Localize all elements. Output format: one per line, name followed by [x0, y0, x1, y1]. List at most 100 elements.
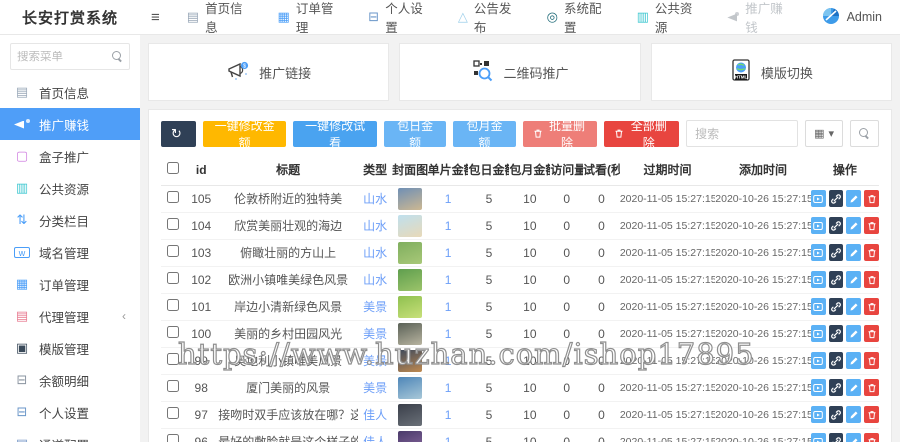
- row-type-link[interactable]: 山水: [363, 192, 387, 206]
- sidebar-search[interactable]: [10, 43, 130, 70]
- table-search-button[interactable]: [850, 120, 879, 147]
- link-button[interactable]: [829, 298, 844, 315]
- play-video-button[interactable]: [811, 190, 826, 207]
- row-checkbox[interactable]: [167, 326, 179, 338]
- top-nav-item[interactable]: ⊟ 个人设置: [352, 0, 442, 34]
- play-video-button[interactable]: [811, 352, 826, 369]
- row-checkbox[interactable]: [167, 407, 179, 419]
- row-type-link[interactable]: 佳人: [363, 408, 387, 422]
- cover-thumbnail[interactable]: [398, 350, 422, 372]
- row-single-amount[interactable]: 1: [445, 219, 452, 233]
- cover-thumbnail[interactable]: [398, 188, 422, 210]
- edit-button[interactable]: [846, 298, 861, 315]
- row-checkbox[interactable]: [167, 191, 179, 203]
- top-nav-item[interactable]: 推广赚钱: [711, 0, 803, 34]
- link-button[interactable]: [829, 352, 844, 369]
- row-single-amount[interactable]: 1: [445, 327, 452, 341]
- edit-button[interactable]: [846, 325, 861, 342]
- table-search-input[interactable]: [686, 120, 798, 147]
- delete-button[interactable]: [864, 217, 879, 234]
- sidebar-item[interactable]: ▢ 盒子推广: [0, 140, 140, 172]
- promo-link-card[interactable]: $ 推广链接: [148, 43, 389, 101]
- toolbar-button[interactable]: 全部删除: [604, 121, 679, 147]
- row-checkbox[interactable]: [167, 353, 179, 365]
- sidebar-item[interactable]: ▦ 订单管理: [0, 268, 140, 300]
- play-video-button[interactable]: [811, 271, 826, 288]
- cover-thumbnail[interactable]: [398, 404, 422, 426]
- row-type-link[interactable]: 山水: [363, 246, 387, 260]
- sidebar-item[interactable]: ▤ 代理管理 ‹: [0, 300, 140, 332]
- row-single-amount[interactable]: 1: [445, 246, 452, 260]
- row-single-amount[interactable]: 1: [445, 300, 452, 314]
- edit-button[interactable]: [846, 244, 861, 261]
- cover-thumbnail[interactable]: [398, 296, 422, 318]
- hamburger-menu-icon[interactable]: ≡: [140, 9, 171, 26]
- cover-thumbnail[interactable]: [398, 323, 422, 345]
- row-single-amount[interactable]: 1: [445, 408, 452, 422]
- row-checkbox[interactable]: [167, 272, 179, 284]
- cover-thumbnail[interactable]: [398, 377, 422, 399]
- toolbar-button[interactable]: 包日金额: [384, 121, 446, 147]
- qrcode-promo-card[interactable]: 二维码推广: [399, 43, 640, 101]
- link-button[interactable]: [829, 406, 844, 423]
- cover-thumbnail[interactable]: [398, 242, 422, 264]
- toolbar-button[interactable]: 一键修改金额: [203, 121, 287, 147]
- sidebar-item[interactable]: ⇅ 分类栏目: [0, 204, 140, 236]
- top-nav-item[interactable]: ▦ 订单管理: [262, 0, 353, 34]
- row-single-amount[interactable]: 1: [445, 435, 452, 442]
- row-checkbox[interactable]: [167, 434, 179, 442]
- row-checkbox[interactable]: [167, 380, 179, 392]
- row-checkbox[interactable]: [167, 218, 179, 230]
- row-single-amount[interactable]: 1: [445, 354, 452, 368]
- row-single-amount[interactable]: 1: [445, 381, 452, 395]
- row-checkbox[interactable]: [167, 299, 179, 311]
- edit-button[interactable]: [846, 352, 861, 369]
- link-button[interactable]: [829, 190, 844, 207]
- toolbar-button[interactable]: ↻: [161, 121, 196, 147]
- delete-button[interactable]: [864, 244, 879, 261]
- link-button[interactable]: [829, 433, 844, 442]
- toolbar-button[interactable]: 批量删除: [523, 121, 598, 147]
- edit-button[interactable]: [846, 271, 861, 288]
- link-button[interactable]: [829, 244, 844, 261]
- edit-button[interactable]: [846, 406, 861, 423]
- top-nav-item[interactable]: ▤ 首页信息: [171, 0, 262, 34]
- top-nav-item[interactable]: △ 公告发布: [442, 0, 531, 34]
- play-video-button[interactable]: [811, 298, 826, 315]
- toolbar-button[interactable]: 一键修改试看: [293, 121, 377, 147]
- row-checkbox[interactable]: [167, 245, 179, 257]
- edit-button[interactable]: [846, 217, 861, 234]
- toolbar-button[interactable]: 包月金额: [453, 121, 515, 147]
- column-filter-button[interactable]: ▦ ▾: [805, 120, 843, 147]
- play-video-button[interactable]: [811, 379, 826, 396]
- cover-thumbnail[interactable]: [398, 431, 422, 442]
- row-type-link[interactable]: 美景: [363, 354, 387, 368]
- row-type-link[interactable]: 佳人: [363, 435, 387, 442]
- delete-button[interactable]: [864, 190, 879, 207]
- sidebar-item[interactable]: 推广赚钱: [0, 108, 140, 140]
- play-video-button[interactable]: [811, 406, 826, 423]
- delete-button[interactable]: [864, 433, 879, 442]
- row-type-link[interactable]: 山水: [363, 273, 387, 287]
- play-video-button[interactable]: [811, 325, 826, 342]
- sidebar-item[interactable]: ⊟ 余额明细: [0, 364, 140, 396]
- edit-button[interactable]: [846, 379, 861, 396]
- play-video-button[interactable]: [811, 217, 826, 234]
- sidebar-item[interactable]: ⊟ 个人设置: [0, 396, 140, 428]
- link-button[interactable]: [829, 217, 844, 234]
- delete-button[interactable]: [864, 406, 879, 423]
- sidebar-search-input[interactable]: [17, 51, 102, 63]
- row-single-amount[interactable]: 1: [445, 273, 452, 287]
- sidebar-item[interactable]: ▤ 通道配置: [0, 428, 140, 442]
- top-nav-item[interactable]: ▥ 公共资源: [621, 0, 712, 34]
- template-switch-card[interactable]: HTML 模版切换: [651, 43, 892, 101]
- sidebar-item[interactable]: ▣ 模版管理: [0, 332, 140, 364]
- sidebar-item[interactable]: ▥ 公共资源: [0, 172, 140, 204]
- top-nav-item[interactable]: ◎ 系统配置: [531, 0, 621, 34]
- delete-button[interactable]: [864, 325, 879, 342]
- admin-menu[interactable]: Admin: [804, 7, 900, 28]
- delete-button[interactable]: [864, 352, 879, 369]
- edit-button[interactable]: [846, 190, 861, 207]
- play-video-button[interactable]: [811, 433, 826, 442]
- sidebar-item[interactable]: ▤ 首页信息: [0, 76, 140, 108]
